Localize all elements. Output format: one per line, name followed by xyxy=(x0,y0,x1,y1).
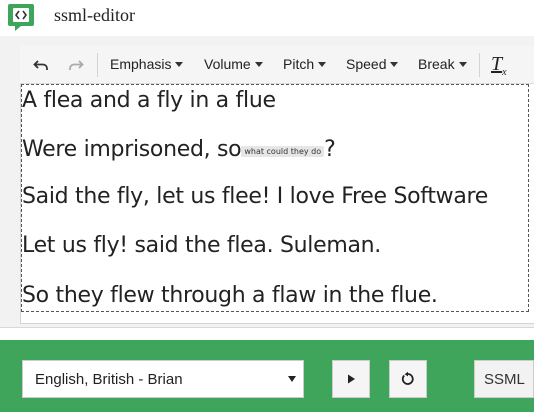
redo-icon[interactable] xyxy=(65,54,87,76)
clear-format-sub: x xyxy=(502,67,507,78)
play-button[interactable] xyxy=(332,360,370,398)
text-line-1: A flea and a fly in a flue xyxy=(22,88,276,113)
code-brackets-icon xyxy=(6,1,36,33)
playback-bar: English, British - Brian SSML xyxy=(0,340,534,412)
pitch-menu-label: Pitch xyxy=(283,56,315,72)
pitch-menu[interactable]: Pitch xyxy=(283,56,327,72)
toolbar-divider xyxy=(479,53,480,77)
app-title: ssml-editor xyxy=(54,5,135,25)
chevron-down-icon xyxy=(390,61,399,67)
voice-select-value: English, British - Brian xyxy=(35,371,183,388)
text-line-2-end: ? xyxy=(324,137,336,162)
editor-toolbar: Emphasis Volume Pitch Speed Break xyxy=(20,46,534,84)
dropdown-arrow-icon xyxy=(288,376,296,382)
volume-menu-label: Volume xyxy=(204,56,251,72)
app-header: ssml-editor xyxy=(0,0,534,36)
break-menu-label: Break xyxy=(418,56,455,72)
text-line-2: Were imprisoned, so what could they do? xyxy=(22,137,336,162)
speed-menu[interactable]: Speed xyxy=(346,56,399,72)
ssml-button[interactable]: SSML xyxy=(474,360,534,398)
refresh-icon xyxy=(401,371,414,385)
chevron-down-icon xyxy=(175,61,184,67)
ssml-text-editor[interactable]: A flea and a fly in a flue Were imprison… xyxy=(21,84,529,312)
text-line-3: Said the fly, let us flee! I love Free S… xyxy=(22,184,489,209)
toolbar-divider xyxy=(97,53,98,77)
text-line-4: Let us fly! said the flea. Suleman. xyxy=(22,233,381,258)
undo-icon[interactable] xyxy=(30,54,52,76)
speed-menu-label: Speed xyxy=(346,56,387,72)
break-tag[interactable]: what could they do xyxy=(241,145,325,157)
emphasis-menu[interactable]: Emphasis xyxy=(110,56,184,72)
text-line-2-start: Were imprisoned, so xyxy=(22,137,242,162)
voice-select[interactable]: English, British - Brian xyxy=(22,360,304,398)
volume-menu[interactable]: Volume xyxy=(204,56,263,72)
chevron-down-icon xyxy=(318,61,327,67)
chevron-down-icon xyxy=(458,61,467,67)
clear-format-label: T xyxy=(491,53,503,75)
emphasis-menu-label: Emphasis xyxy=(110,56,172,72)
text-line-5: So they flew through a flaw in the flue. xyxy=(22,283,438,308)
chevron-down-icon xyxy=(254,61,263,67)
break-menu[interactable]: Break xyxy=(418,56,467,72)
play-icon xyxy=(348,374,355,384)
reset-button[interactable] xyxy=(389,360,427,398)
clear-format-icon[interactable]: Tx xyxy=(491,53,507,78)
